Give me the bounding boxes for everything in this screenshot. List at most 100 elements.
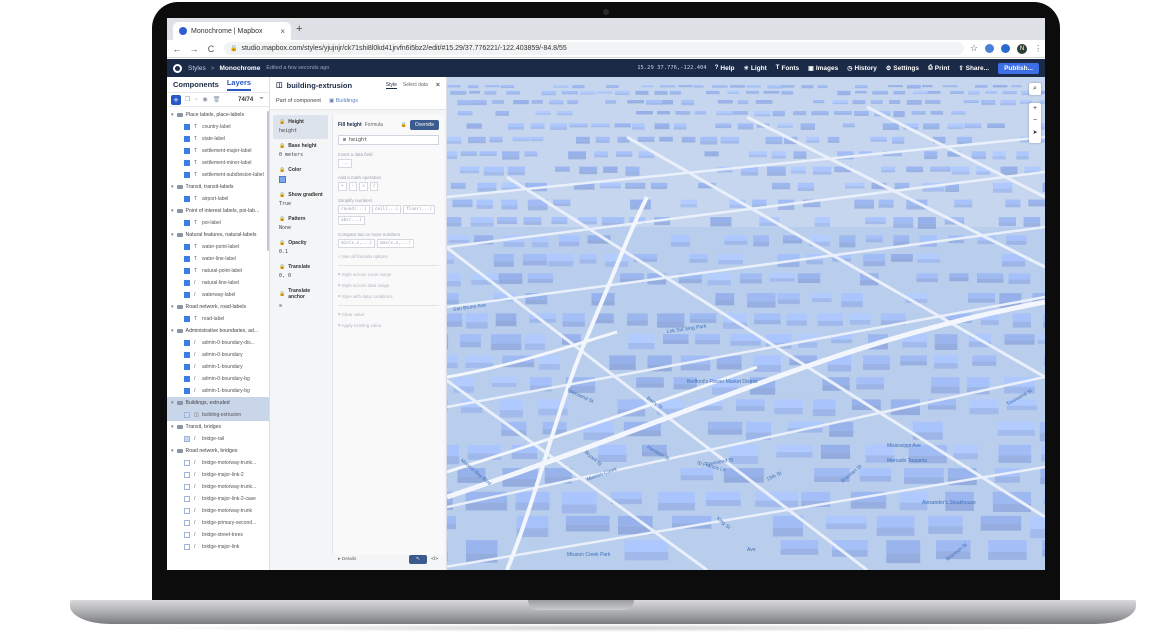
layer-group[interactable]: ▾ Road network, bridges (167, 445, 269, 457)
layer-item[interactable]: / bridge-motorway-trunk (167, 505, 269, 517)
publish-button[interactable]: Publish... (998, 62, 1039, 74)
history-button[interactable]: ◷ History (847, 65, 877, 72)
layer-item[interactable]: / bridge-street-trees (167, 529, 269, 541)
layer-item[interactable]: Twater-point-label (167, 241, 269, 253)
compass-icon[interactable]: ➤ (1029, 127, 1041, 139)
details-toggle[interactable]: ▸ Details (338, 557, 356, 562)
extension-icon[interactable] (1001, 44, 1011, 53)
layer-item[interactable]: / admin-0-boundary-dis... (167, 337, 269, 349)
light-button[interactable]: ☀ Light (744, 65, 767, 72)
browser-tab[interactable]: Monochrome | Mapbox × (173, 22, 291, 40)
zoom-in-button[interactable]: + (1029, 103, 1041, 115)
url-field[interactable]: 🔒 studio.mapbox.com/styles/yjujnjr/ck71s… (224, 42, 964, 55)
layer-group[interactable]: ▾ Natural features, natural-labels (167, 229, 269, 241)
images-button[interactable]: ▣ Images (808, 65, 838, 72)
layer-item[interactable]: Tnatural-point-label (167, 265, 269, 277)
editor-option[interactable]: ⌗ Style across zoom range (338, 272, 439, 277)
tab-components[interactable]: Components (173, 80, 219, 89)
layer-group[interactable]: ▾ Transit, bridges (167, 421, 269, 433)
duplicate-icon[interactable]: ❐ (185, 96, 190, 103)
tab-close-icon[interactable]: × (280, 27, 285, 36)
caret-icon[interactable]: ▾ (171, 400, 174, 406)
zoom-out-button[interactable]: − (1029, 115, 1041, 127)
map-canvas[interactable]: San Bruno Ave Lok Sui Sing Park Townsend S… (447, 77, 1045, 570)
editor-option[interactable]: ⌗ Apply existing value (338, 323, 439, 328)
caret-icon[interactable]: ▾ (171, 328, 174, 334)
share-button[interactable]: ⇪ Share... (959, 65, 990, 72)
layer-item[interactable]: ◫ building-extrusion (167, 409, 269, 421)
override-button[interactable]: Override (409, 120, 439, 130)
settings-button[interactable]: ⚙ Settings (886, 65, 919, 72)
caret-icon[interactable]: ▾ (171, 232, 174, 238)
layer-group[interactable]: ▾ Buildings, extruded (167, 397, 269, 409)
formula-chip[interactable]: max(x,x,...) (377, 239, 415, 248)
formula-chip[interactable]: - (348, 182, 358, 191)
layer-item[interactable]: / bridge-rail (167, 433, 269, 445)
layer-item[interactable]: / admin-1-boundary-bg (167, 385, 269, 397)
anchor-icon[interactable]: ⊙ (279, 303, 328, 309)
formula-chip[interactable]: round(...) (338, 205, 370, 214)
reload-button[interactable]: C (204, 44, 218, 54)
mapbox-logo-icon[interactable] (173, 63, 182, 73)
property-item[interactable]: 🔒 Show gradient True (273, 188, 328, 212)
extension-icon[interactable] (985, 44, 995, 53)
editor-option[interactable]: ⌗ Style across data range (338, 283, 439, 288)
layer-group[interactable]: ▾ Road network, road-labels (167, 301, 269, 313)
layer-item[interactable]: / admin-0-boundary (167, 349, 269, 361)
breadcrumb-styles[interactable]: Styles (188, 65, 206, 72)
layer-item[interactable]: Tsettlement-major-label (167, 145, 269, 157)
layer-item[interactable]: Tsettlement-minor-label (167, 157, 269, 169)
tab-layers[interactable]: Layers (226, 78, 252, 91)
formula-chip[interactable]: min(x,x,...) (338, 239, 376, 248)
layer-item[interactable]: / bridge-major-link-2 (167, 469, 269, 481)
caret-icon[interactable]: ▾ (171, 184, 174, 190)
layer-item[interactable]: Tairport-label (167, 193, 269, 205)
property-item[interactable]: 🔒 Height height (273, 115, 328, 139)
expression-input[interactable]: ⊞ height (338, 135, 439, 145)
tab-select-data[interactable]: Select data (403, 82, 428, 88)
layer-item[interactable]: / waterway-label (167, 289, 269, 301)
new-tab-button[interactable]: + (296, 23, 302, 35)
layer-item[interactable]: / bridge-motorway-trunk... (167, 481, 269, 493)
style-name[interactable]: Monochrome (220, 65, 261, 72)
caret-icon[interactable]: ▾ (171, 424, 174, 430)
formula-chip[interactable]: ceil(...) (371, 205, 402, 214)
formula-chip[interactable]: × (359, 182, 368, 191)
code-view-button[interactable]: </> (431, 557, 438, 562)
property-item[interactable]: 🔒 Color (273, 163, 328, 188)
layer-item[interactable]: / natural-line-label (167, 277, 269, 289)
visibility-icon[interactable]: ◉ (203, 96, 208, 103)
caret-icon[interactable]: ▾ (171, 448, 174, 454)
property-item[interactable]: 🔒 Translate anchor ⊙ (273, 284, 328, 314)
layer-item[interactable]: / admin-0-boundary-bg (167, 373, 269, 385)
component-link[interactable]: ▣ Buildings (329, 98, 358, 104)
layer-name[interactable]: building-extrusion (287, 81, 352, 90)
bookmark-star-icon[interactable]: ☆ (970, 43, 978, 54)
help-button[interactable]: ? Help (715, 65, 735, 72)
editor-option[interactable]: ⌗ Style with data conditions (338, 294, 439, 299)
caret-icon[interactable]: ▾ (171, 208, 174, 214)
caret-icon[interactable]: ▾ (171, 304, 174, 310)
property-item[interactable]: 🔒 Opacity 0.1 (273, 236, 328, 260)
formula-chip[interactable]: floor(...) (403, 205, 436, 214)
back-button[interactable]: ← (170, 44, 184, 54)
close-icon[interactable]: × (436, 82, 440, 89)
map-search-button[interactable]: ⌕ (1029, 83, 1041, 95)
lock-icon[interactable]: 🔒 (401, 122, 407, 128)
editor-option[interactable]: ⌗ Clear value (338, 312, 439, 317)
mode-label[interactable]: Formula (365, 122, 383, 128)
layer-item[interactable]: / bridge-motorway-trunk... (167, 457, 269, 469)
property-item[interactable]: 🔒 Translate 0, 0 (273, 260, 328, 284)
layer-group[interactable]: ▾ Point of interest labels, poi-lab... (167, 205, 269, 217)
browser-menu-icon[interactable]: ⋮ (1034, 44, 1042, 53)
formula-chip[interactable]: / (369, 182, 379, 191)
formula-chip[interactable]: + (338, 182, 347, 191)
delete-icon[interactable]: 🗑 (213, 96, 221, 103)
insert-field-chip[interactable]: ... (338, 159, 352, 168)
layer-item[interactable]: Tsettlement-subdivision-label (167, 169, 269, 181)
tab-style[interactable]: Style (385, 82, 397, 89)
formula-chip[interactable]: abs(...) (338, 216, 365, 225)
layer-item[interactable]: / admin-1-boundary (167, 361, 269, 373)
layer-item[interactable]: Tpoi-label (167, 217, 269, 229)
layer-item[interactable]: Tcountry-label (167, 121, 269, 133)
